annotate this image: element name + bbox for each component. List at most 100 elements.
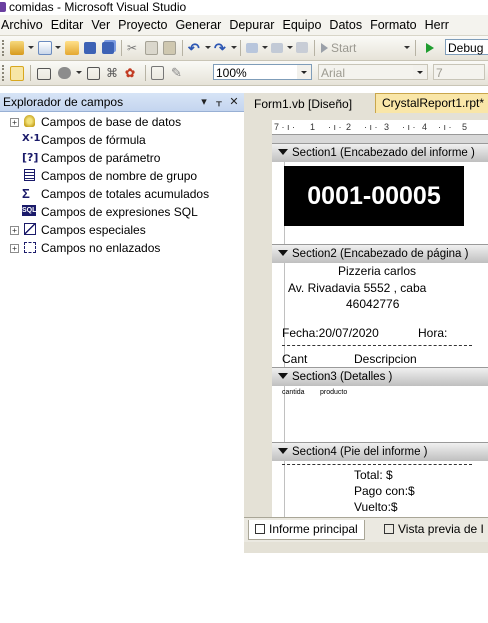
- section2-header[interactable]: Section2 (Encabezado de página ): [272, 244, 488, 264]
- date-text[interactable]: Fecha:20/07/2020: [282, 326, 379, 340]
- undo-dropdown-icon[interactable]: [205, 46, 211, 49]
- section3-header[interactable]: Section3 (Detalles ): [272, 367, 488, 387]
- collapse-icon[interactable]: [278, 250, 288, 256]
- zoom-select[interactable]: 100%: [213, 64, 312, 80]
- tab-main-report-label: Informe principal: [269, 522, 358, 536]
- open-file-icon[interactable]: [65, 41, 79, 55]
- navigate-dropdown-icon[interactable]: [262, 46, 268, 49]
- section3-body[interactable]: cantida producto: [272, 386, 488, 442]
- panel-menu-icon[interactable]: ▾: [198, 94, 210, 110]
- start-dropdown-icon[interactable]: [404, 46, 410, 49]
- expand-icon[interactable]: +: [10, 118, 19, 127]
- insert-group-icon[interactable]: [37, 68, 51, 80]
- section2-body[interactable]: Pizzeria carlos Av. Rivadavia 5552 , cab…: [272, 263, 488, 367]
- navigate-backward-icon[interactable]: [246, 43, 258, 53]
- redo-icon[interactable]: ↷: [214, 41, 228, 55]
- toolbar-grip[interactable]: [2, 65, 7, 81]
- navigate-forward-dropdown-icon[interactable]: [287, 46, 293, 49]
- insert-object-icon[interactable]: [58, 67, 71, 79]
- address-text[interactable]: Av. Rivadavia 5552 , caba: [288, 281, 426, 295]
- tab-preview[interactable]: Vista previa de I: [380, 520, 488, 539]
- tree-item-label: Campos especiales: [41, 223, 146, 237]
- quantity-field[interactable]: cantida: [282, 389, 305, 396]
- tree-item-unbound-fields[interactable]: + Campos no enlazados: [0, 239, 244, 257]
- section1-body[interactable]: 0001-00005: [272, 162, 488, 244]
- insert-chart-icon[interactable]: [87, 67, 100, 80]
- product-field[interactable]: producto: [320, 389, 347, 396]
- paste-icon[interactable]: [163, 41, 176, 55]
- time-label-text[interactable]: Hora:: [418, 326, 447, 340]
- vertical-ruler: [272, 461, 285, 521]
- new-project-icon[interactable]: [10, 41, 24, 55]
- auto-hide-pin-icon[interactable]: ᚁ: [213, 94, 225, 110]
- paid-label-text[interactable]: Pago con:$: [354, 484, 415, 498]
- menu-datos[interactable]: Datos: [325, 15, 366, 35]
- save-icon[interactable]: [84, 42, 96, 54]
- tab-form1-design[interactable]: Form1.vb [Diseño]: [248, 95, 359, 114]
- find-icon[interactable]: [296, 42, 308, 53]
- copy-icon[interactable]: [145, 41, 158, 55]
- expand-icon[interactable]: +: [10, 244, 19, 253]
- total-label-text[interactable]: Total: $: [354, 468, 393, 482]
- menu-formato[interactable]: Formato: [366, 15, 421, 35]
- menu-proyecto[interactable]: Proyecto: [114, 15, 171, 35]
- quantity-column-header[interactable]: Cant: [282, 352, 307, 366]
- insert-object-dropdown-icon[interactable]: [76, 71, 82, 74]
- zoom-dropdown-icon[interactable]: [297, 65, 311, 79]
- change-label-text[interactable]: Vuelto:$: [354, 500, 398, 514]
- collapse-icon[interactable]: [278, 149, 288, 155]
- collapse-icon[interactable]: [278, 373, 288, 379]
- select-expert-icon[interactable]: ✿: [125, 66, 139, 80]
- tree-item-special-fields[interactable]: + Campos especiales: [0, 221, 244, 239]
- tree-item-running-total-fields[interactable]: Σ Campos de totales acumulados: [0, 185, 244, 203]
- tab-crystalreport1[interactable]: CrystalReport1.rpt*: [375, 93, 488, 113]
- section-expert-icon[interactable]: [151, 66, 164, 80]
- redo-dropdown-icon[interactable]: [231, 46, 237, 49]
- menu-generar[interactable]: Generar: [171, 15, 225, 35]
- add-item-icon[interactable]: [38, 41, 52, 55]
- tree-item-sql-expression-fields[interactable]: SQL Campos de expresiones SQL: [0, 203, 244, 221]
- invoice-number-box[interactable]: 0001-00005: [284, 166, 464, 226]
- tree-item-label: Campos de parámetro: [41, 151, 161, 165]
- section4-header[interactable]: Section4 (Pie del informe ): [272, 442, 488, 462]
- cut-icon[interactable]: ✂: [127, 41, 141, 55]
- toolbar-separator: [145, 65, 146, 81]
- description-column-header[interactable]: Descripcion: [354, 352, 417, 366]
- shop-name-text[interactable]: Pizzeria carlos: [338, 264, 416, 278]
- solution-config-select[interactable]: Debug: [445, 39, 488, 55]
- start-button[interactable]: Start: [321, 39, 356, 57]
- save-all-icon[interactable]: [102, 42, 114, 54]
- menu-herramientas[interactable]: Herr: [421, 15, 453, 35]
- navigate-forward-icon[interactable]: [271, 43, 283, 53]
- undo-icon[interactable]: ↶: [188, 41, 202, 55]
- field-explorer-toggle-icon[interactable]: [10, 66, 24, 81]
- insert-map-icon[interactable]: ⌘: [106, 66, 120, 80]
- tab-main-report[interactable]: Informe principal: [248, 520, 365, 540]
- tree-item-parameter-fields[interactable]: [?] Campos de parámetro: [0, 149, 244, 167]
- menu-editar[interactable]: Editar: [47, 15, 88, 35]
- menu-equipo[interactable]: Equipo: [278, 15, 325, 35]
- close-icon[interactable]: ✕: [228, 94, 240, 110]
- add-item-dropdown-icon[interactable]: [55, 46, 61, 49]
- section4-title: Section4 (Pie del informe ): [292, 446, 428, 458]
- tree-item-formula-fields[interactable]: X·1 Campos de fórmula: [0, 131, 244, 149]
- section4-body[interactable]: Total: $ Pago con:$ Vuelto:$: [272, 461, 488, 521]
- menu-depurar[interactable]: Depurar: [225, 15, 278, 35]
- collapse-icon[interactable]: [278, 448, 288, 454]
- phone-text[interactable]: 46042776: [346, 297, 399, 311]
- menu-archivo[interactable]: Archivo: [0, 15, 47, 35]
- menu-ver[interactable]: Ver: [87, 15, 114, 35]
- tree-item-database-fields[interactable]: + Campos de base de datos: [0, 113, 244, 131]
- expand-icon[interactable]: +: [10, 226, 19, 235]
- tree-item-group-name-fields[interactable]: Campos de nombre de grupo: [0, 167, 244, 185]
- section1-header[interactable]: Section1 (Encabezado del informe ): [272, 143, 488, 163]
- formula-icon: X·1: [22, 133, 41, 144]
- special-fields-icon: [24, 223, 36, 235]
- play-icon[interactable]: [426, 43, 434, 53]
- format-painter-icon[interactable]: ✎: [171, 66, 185, 80]
- new-project-dropdown-icon[interactable]: [28, 46, 34, 49]
- report-view-tabs: Informe principal Vista previa de I: [244, 517, 488, 542]
- section3-title: Section3 (Detalles ): [292, 371, 393, 383]
- toolbar-grip[interactable]: [2, 40, 7, 56]
- start-label: Start: [331, 41, 357, 55]
